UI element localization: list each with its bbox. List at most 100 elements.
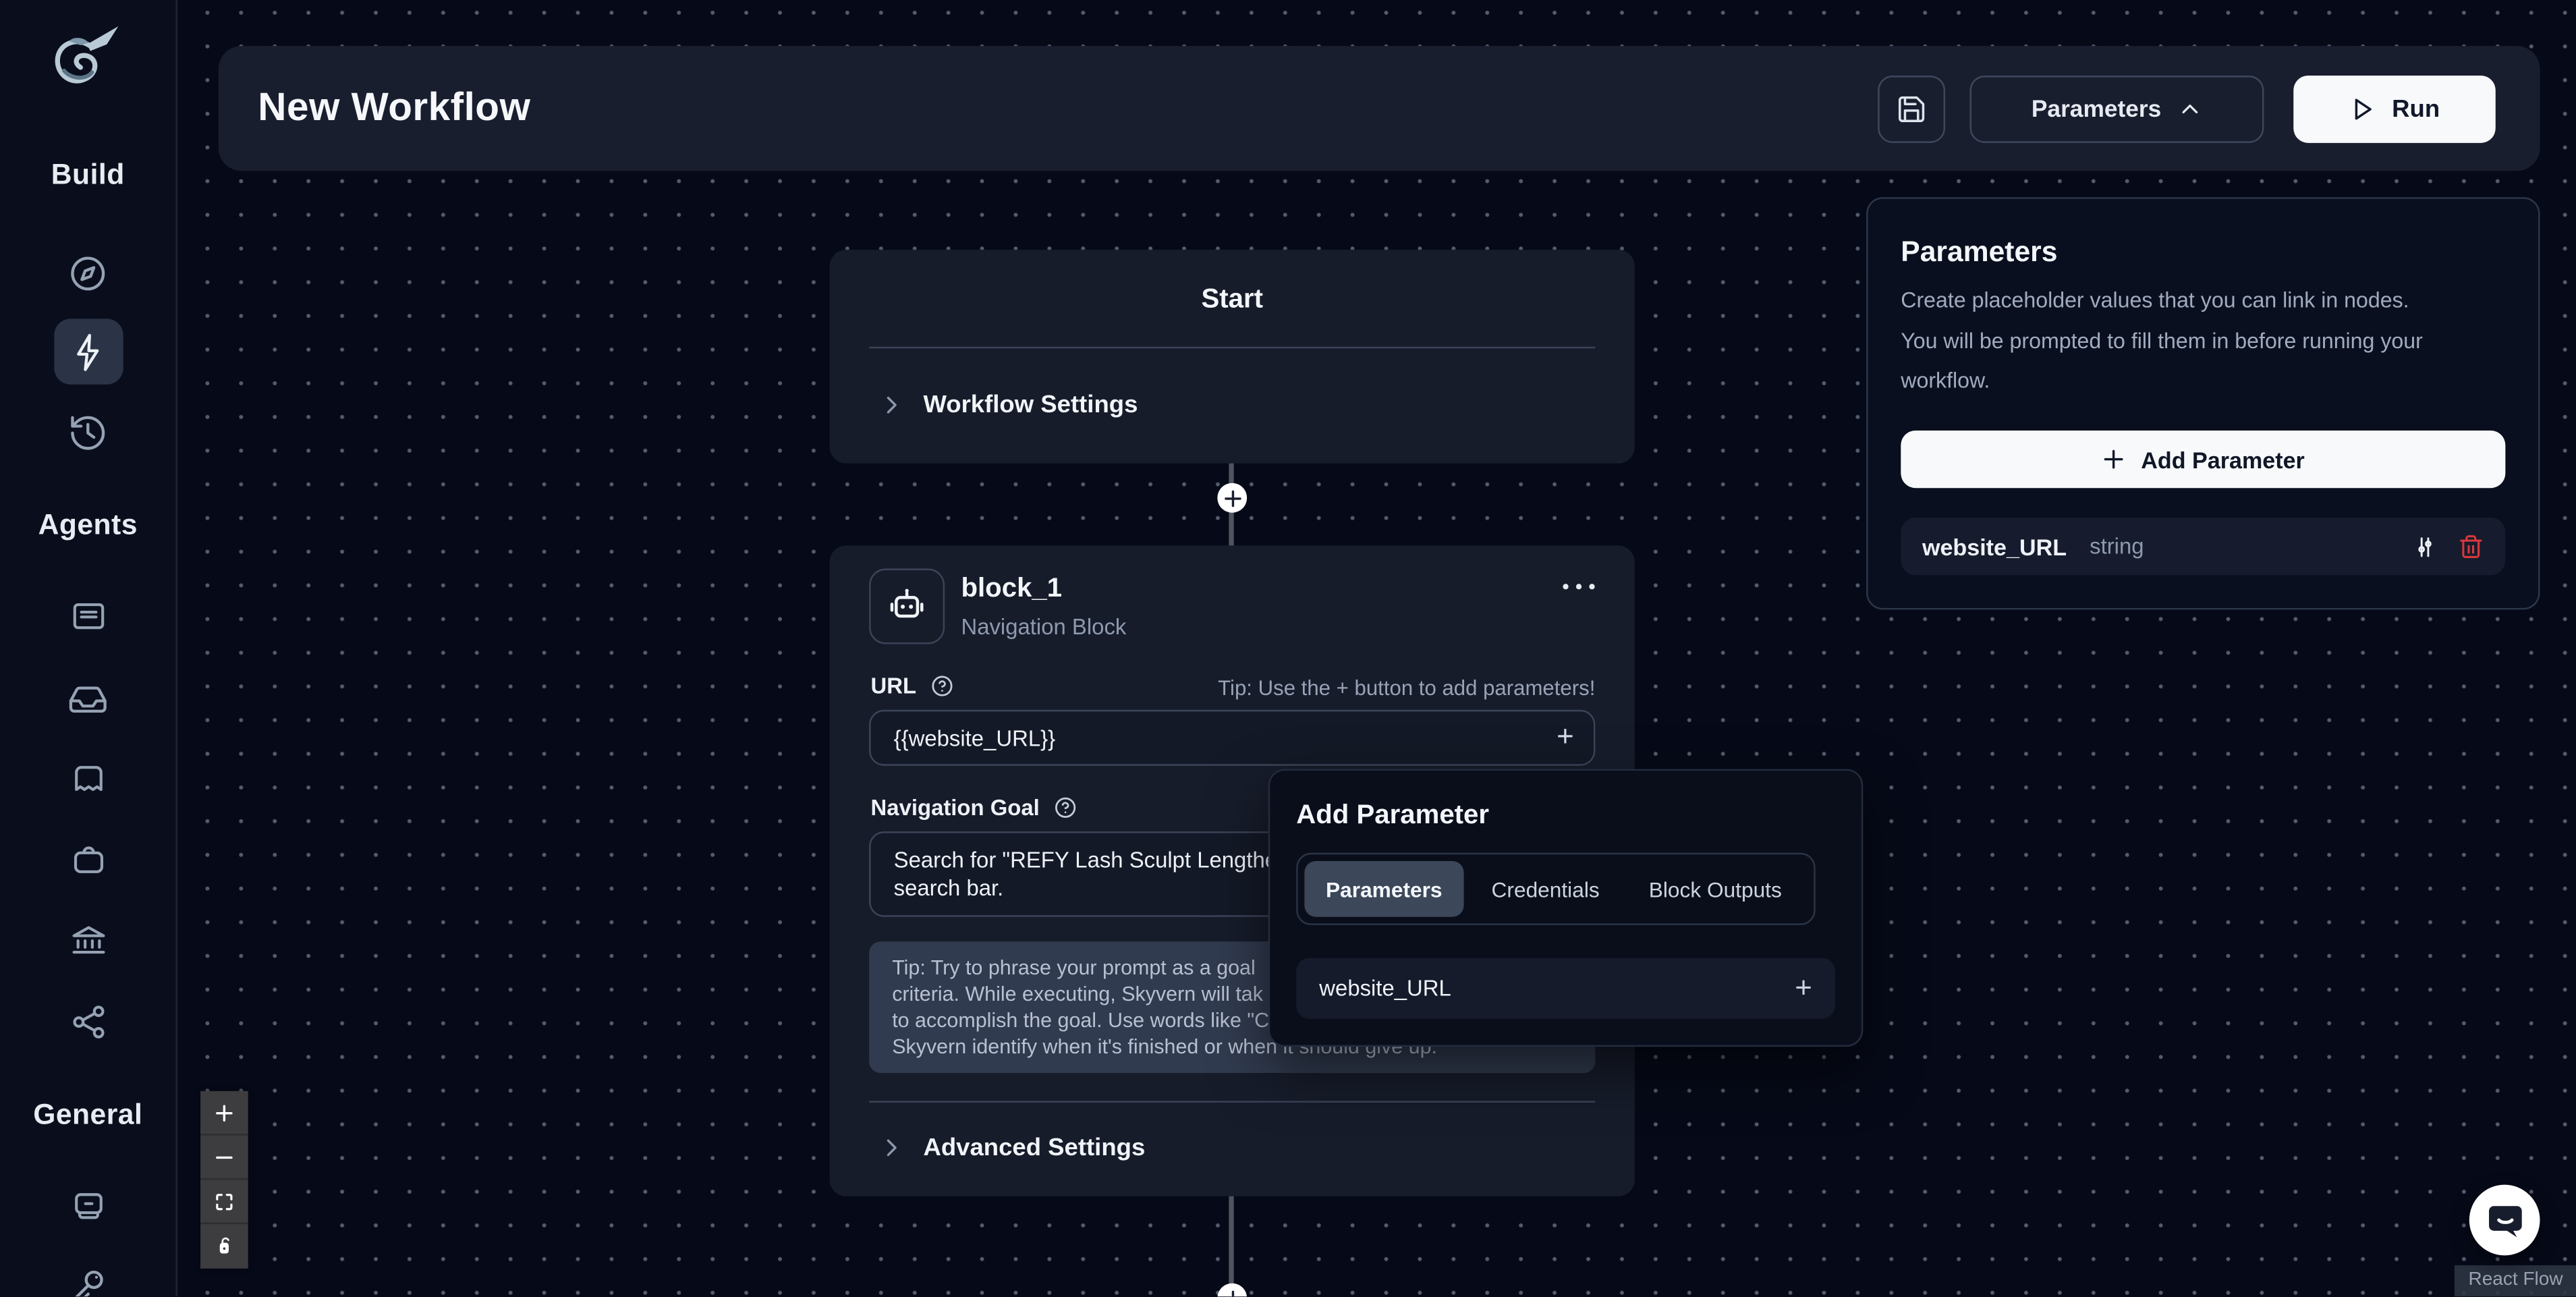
chevron-right-icon [879, 393, 904, 418]
panel-description-line: Create placeholder values that you can l… [1901, 287, 2409, 312]
lock-toggle-button[interactable] [200, 1224, 248, 1269]
parameters-toggle-label: Parameters [2032, 96, 2161, 122]
plus-icon [1221, 1288, 1243, 1296]
fit-view-icon [214, 1190, 235, 1212]
zoom-out-button[interactable] [200, 1136, 248, 1180]
goal-line: search bar. [894, 874, 1004, 902]
plus-icon[interactable]: + [1795, 971, 1812, 1005]
sidebar-item-wallet[interactable] [53, 1174, 122, 1239]
goal-field-label: Navigation Goal [871, 796, 1077, 821]
block-menu-ellipsis-icon[interactable] [1559, 575, 1598, 598]
sidebar-item-workflows[interactable] [53, 319, 122, 384]
key-icon [67, 1265, 109, 1296]
sidebar-item-forms[interactable] [53, 583, 122, 648]
delete-parameter-trash-icon[interactable] [2458, 533, 2484, 559]
react-flow-attribution[interactable]: React Flow [2455, 1265, 2576, 1296]
goal-line: Search for "REFY Lash Sculpt Lengthen [894, 846, 1290, 874]
workflow-settings-label: Workflow Settings [923, 391, 1138, 419]
add-parameter-popup: Add Parameter Parameters Credentials Blo… [1268, 769, 1863, 1047]
fit-view-button[interactable] [200, 1180, 248, 1224]
sidebar-section-build: Build [0, 158, 176, 192]
popup-parameter-name: website_URL [1319, 976, 1451, 1001]
sidebar-item-credentials[interactable] [53, 1252, 122, 1296]
edge-block-to-next [1229, 1196, 1233, 1297]
plus-icon [1221, 487, 1243, 509]
goal-label-text: Navigation Goal [871, 796, 1040, 821]
lock-icon [214, 1236, 235, 1257]
tab-credentials[interactable]: Credentials [1470, 861, 1621, 917]
briefcase-icon [68, 839, 107, 879]
block-subtitle: Navigation Block [961, 615, 1126, 640]
save-button[interactable] [1878, 76, 1945, 143]
sidebar-item-inbox[interactable] [53, 665, 122, 731]
panel-description-line: You will be prompted to fill them in bef… [1901, 329, 2423, 354]
zoom-in-icon [214, 1102, 235, 1124]
advanced-settings-label: Advanced Settings [923, 1134, 1145, 1161]
start-node[interactable]: Start Workflow Settings [830, 250, 1635, 464]
help-icon[interactable] [1053, 796, 1077, 821]
page-title: New Workflow [258, 46, 530, 171]
skyvern-logo[interactable] [43, 20, 121, 99]
divider [869, 347, 1595, 348]
workflow-settings-toggle[interactable]: Workflow Settings [879, 391, 1138, 419]
wallet-icon [68, 1186, 107, 1225]
parameters-panel: Parameters Create placeholder values tha… [1866, 197, 2540, 609]
start-node-title: Start [830, 284, 1635, 315]
add-parameter-button[interactable]: Add Parameter [1901, 431, 2505, 488]
workflow-header: New Workflow Parameters [219, 46, 2540, 171]
parameter-type: string [2090, 534, 2144, 559]
skyvern-workflow-editor: New Workflow Parameters [0, 0, 2576, 1296]
sidebar-item-receipts[interactable] [53, 746, 122, 811]
advanced-settings-toggle[interactable]: Advanced Settings [879, 1134, 1146, 1161]
add-parameter-plus-icon[interactable]: + [1557, 720, 1574, 754]
block-icon-box [869, 569, 945, 644]
url-tip-text: Tip: Use the + button to add parameters! [1218, 675, 1595, 700]
url-input-value: {{website_URL}} [894, 725, 1055, 750]
parameters-panel-title: Parameters [1901, 235, 2057, 269]
share-icon [68, 1002, 107, 1041]
run-button-label: Run [2392, 95, 2440, 123]
sidebar-item-history[interactable] [53, 399, 122, 465]
chevron-right-icon [879, 1136, 904, 1161]
edit-parameter-sliders-icon[interactable] [2412, 533, 2438, 559]
add-block-edge-button[interactable] [1217, 483, 1247, 513]
block-title: block_1 [961, 574, 1062, 605]
popup-parameter-item[interactable]: website_URL + [1296, 958, 1835, 1019]
popup-tabs: Parameters Credentials Block Outputs [1296, 853, 1815, 925]
parameter-name: website_URL [1922, 533, 2067, 559]
play-icon [2349, 95, 2377, 123]
inbox-icon [67, 678, 109, 719]
sidebar-section-general: General [0, 1098, 176, 1132]
chat-launcher-button[interactable] [2469, 1185, 2540, 1256]
receipt-icon [68, 759, 107, 798]
sidebar: Build Agents [0, 0, 177, 1296]
zoom-in-button[interactable] [200, 1091, 248, 1136]
tab-block-outputs[interactable]: Block Outputs [1627, 861, 1803, 917]
url-input[interactable]: {{website_URL}} + [869, 710, 1595, 766]
sidebar-item-discover[interactable] [53, 240, 122, 306]
compass-icon [67, 252, 109, 294]
help-icon[interactable] [930, 673, 955, 698]
run-button[interactable]: Run [2293, 76, 2496, 143]
tab-parameters[interactable]: Parameters [1304, 861, 1463, 917]
save-icon [1896, 94, 1927, 125]
sidebar-item-jobs[interactable] [53, 827, 122, 892]
popup-title: Add Parameter [1296, 800, 1489, 831]
panel-description-line: workflow. [1901, 368, 1990, 393]
flow-zoom-controls [200, 1091, 248, 1269]
note-icon [68, 597, 107, 636]
bank-icon [68, 920, 107, 960]
flow-canvas[interactable]: New Workflow Parameters [176, 0, 2576, 1296]
history-icon [67, 412, 109, 453]
add-block-edge-button-bottom[interactable] [1217, 1284, 1247, 1296]
parameter-row[interactable]: website_URL string [1901, 518, 2505, 575]
chevron-up-icon [2176, 96, 2202, 122]
zap-icon [67, 331, 109, 372]
sidebar-item-banking[interactable] [53, 907, 122, 972]
parameters-toggle-button[interactable]: Parameters [1970, 76, 2264, 143]
sidebar-section-agents: Agents [0, 507, 176, 542]
divider [869, 1101, 1595, 1102]
sidebar-item-integrations[interactable] [53, 989, 122, 1055]
add-parameter-button-label: Add Parameter [2141, 446, 2305, 472]
chat-icon [2485, 1201, 2524, 1240]
